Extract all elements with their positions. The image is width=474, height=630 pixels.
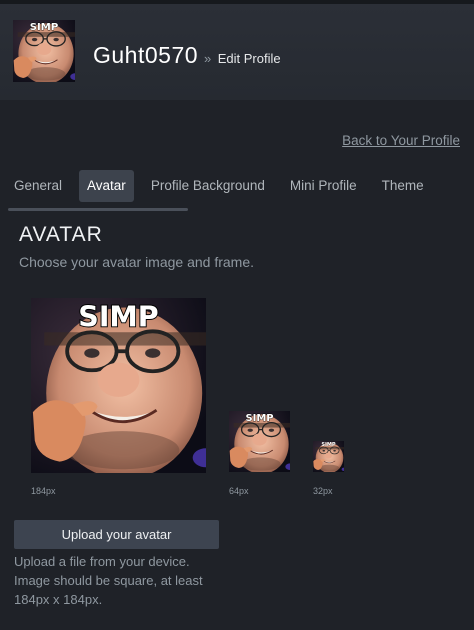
avatar-preview-small [313,441,344,472]
tab-general[interactable]: General [6,170,70,202]
header-title: Guht0570 » Edit Profile [93,42,281,69]
profile-avatar[interactable] [13,20,75,82]
tab-profile-background[interactable]: Profile Background [143,170,273,202]
avatar-size-label-small: 32px [313,486,333,496]
avatar-size-label-large: 184px [31,486,56,496]
avatar-preview-large [31,298,206,473]
tab-mini-profile[interactable]: Mini Profile [282,170,365,202]
avatar-size-label-medium: 64px [229,486,249,496]
section-subtitle: Choose your avatar image and frame. [19,254,255,270]
back-to-profile-link[interactable]: Back to Your Profile [342,133,460,148]
tab-scroll-indicator [8,208,188,211]
avatar-preview-medium [229,411,290,472]
edit-profile-body: Back to Your Profile General Avatar Prof… [0,100,474,630]
section-title: AVATAR [19,223,103,246]
breadcrumb-current: Edit Profile [217,51,281,66]
username[interactable]: Guht0570 [93,42,198,68]
profile-header: Guht0570 » Edit Profile [0,4,474,100]
tab-bar: General Avatar Profile Background Mini P… [6,169,474,203]
upload-avatar-button[interactable]: Upload your avatar [14,520,219,549]
breadcrumb-separator: » [204,51,212,66]
tab-theme[interactable]: Theme [374,170,432,202]
upload-help-text: Upload a file from your device. Image sh… [14,554,203,607]
tab-avatar[interactable]: Avatar [79,170,134,202]
